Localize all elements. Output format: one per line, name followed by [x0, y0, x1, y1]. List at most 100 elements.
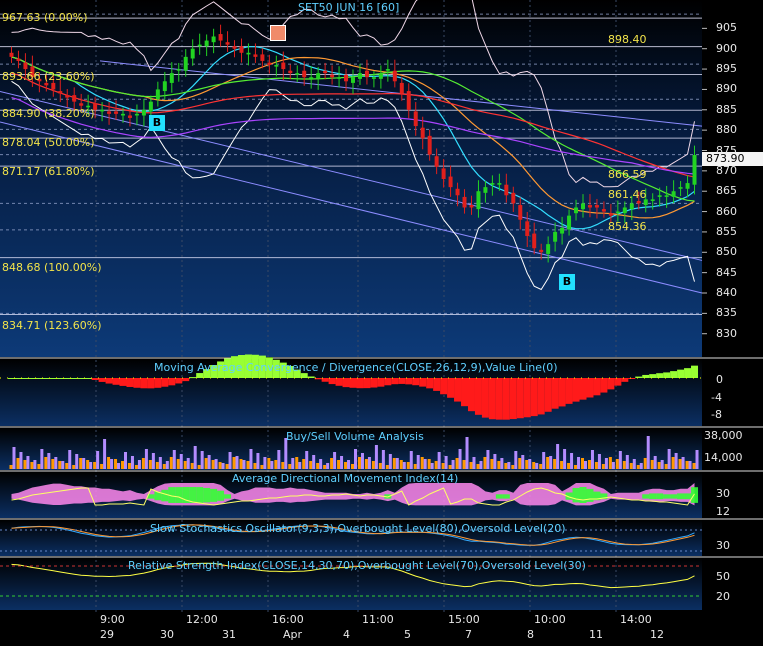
- volume-sell-bar: [584, 461, 587, 469]
- macd-bar: [154, 378, 162, 388]
- macd-bar: [126, 378, 134, 387]
- volume-sell-bar: [256, 453, 260, 469]
- volume-sell-bar: [451, 460, 455, 469]
- volume-buy-bar: [378, 463, 382, 469]
- fib-label-500: 878.04 (50.00%): [2, 136, 95, 149]
- volume-buy-bar: [225, 464, 229, 469]
- candle-body: [323, 70, 328, 74]
- candle-body: [511, 192, 516, 204]
- macd-bar: [168, 378, 176, 386]
- volume-sell-bar: [130, 456, 134, 469]
- price-tick: 845: [716, 265, 737, 279]
- volume-sell-bar: [660, 460, 664, 469]
- volume-buy-bar: [511, 465, 515, 469]
- price-tick: 835: [716, 306, 737, 320]
- macd-bar: [537, 378, 545, 415]
- candle-body: [413, 111, 418, 127]
- date-label: 5: [404, 628, 411, 641]
- adx-negative-segment: [572, 488, 580, 503]
- volume-buy-bar: [490, 459, 494, 469]
- volume-sell-bar: [367, 457, 371, 469]
- volume-sell-bar: [528, 459, 532, 469]
- candle-body: [141, 109, 146, 116]
- candle-body: [357, 73, 362, 79]
- volume-sell-bar: [430, 463, 434, 469]
- volume-sell-bar: [695, 450, 699, 469]
- volume-sell-bar: [68, 450, 72, 469]
- sell-signal-marker[interactable]: [270, 25, 286, 41]
- volume-sell-bar: [326, 463, 330, 469]
- adx-negative-segment: [502, 494, 510, 499]
- volume-buy-bar: [288, 464, 292, 469]
- candle-body: [309, 77, 314, 79]
- volume-sell-bar: [444, 456, 448, 469]
- buy-signal-marker[interactable]: B: [559, 274, 575, 290]
- candle-body: [657, 195, 662, 197]
- volume-sell-bar: [437, 452, 441, 469]
- macd-bar: [182, 378, 190, 382]
- annotation-898: 898.40: [608, 33, 647, 46]
- volume-sell-bar: [611, 462, 615, 469]
- volume-buy-bar: [434, 461, 438, 469]
- volume-sell-bar: [646, 436, 650, 469]
- volume-sell-bar: [96, 451, 100, 469]
- macd-bar: [461, 378, 469, 407]
- price-chart-title: SET50 JUN 16 [60]: [298, 1, 400, 14]
- volume-sell-bar: [144, 449, 148, 469]
- volume-buy-bar: [560, 461, 564, 469]
- macd-bar: [70, 378, 78, 379]
- volume-sell-bar: [26, 456, 30, 469]
- macd-bar: [321, 378, 329, 382]
- candle-body: [539, 249, 544, 253]
- volume-sell-bar: [493, 454, 497, 469]
- volume-sell-bar: [172, 450, 176, 469]
- volume-buy-bar: [371, 461, 375, 469]
- annotation-866: 866.59: [608, 168, 647, 181]
- volume-sell-bar: [186, 458, 190, 469]
- volume-buy-bar: [37, 464, 41, 469]
- chart-stage: SET50 JUN 16 [60] Moving Average Converg…: [0, 0, 763, 642]
- price-tick: 840: [716, 286, 737, 299]
- volume-sell-bar: [395, 458, 399, 469]
- macd-tick: 0: [716, 373, 723, 386]
- volume-buy-bar: [504, 463, 508, 469]
- volume-tick: 38,000: [704, 429, 743, 442]
- candle-body: [434, 156, 439, 167]
- adx-negative-segment: [642, 494, 650, 499]
- macd-bar: [593, 378, 601, 396]
- volume-buy-bar: [462, 460, 466, 469]
- volume-sell-bar: [416, 455, 420, 469]
- macd-bar: [454, 378, 462, 402]
- macd-bar: [642, 374, 650, 378]
- adx-negative-segment: [684, 493, 692, 500]
- volume-buy-bar: [525, 460, 529, 469]
- candle-body: [351, 77, 355, 83]
- price-panel-bg: [0, 0, 702, 357]
- volume-buy-bar: [469, 462, 473, 469]
- volume-buy-bar: [413, 464, 417, 469]
- candle-body: [483, 187, 488, 193]
- volume-buy-bar: [539, 464, 543, 469]
- volume-sell-bar: [124, 452, 127, 469]
- candle-body: [23, 62, 28, 70]
- candle-body: [72, 95, 77, 102]
- buy-signal-marker[interactable]: B: [149, 115, 165, 131]
- price-tick: 875: [716, 143, 737, 157]
- volume-buy-bar: [685, 461, 689, 469]
- candle-body: [197, 44, 202, 47]
- candle-body: [497, 183, 502, 185]
- volume-buy-bar: [100, 464, 104, 469]
- volume-buy-bar: [587, 460, 591, 469]
- volume-sell-bar: [270, 461, 274, 469]
- price-tick: 885: [716, 102, 737, 116]
- volume-sell-bar: [577, 457, 581, 469]
- volume-buy-bar: [253, 463, 257, 469]
- candle-body: [260, 54, 265, 61]
- candle-body: [525, 221, 530, 236]
- volume-sell-bar: [200, 451, 204, 469]
- volume-buy-bar: [344, 462, 348, 469]
- volume-buy-bar: [399, 460, 403, 469]
- macd-bar: [467, 378, 475, 412]
- macd-title: Moving Average Convergence / Divergence(…: [154, 361, 558, 374]
- volume-sell-bar: [479, 461, 483, 469]
